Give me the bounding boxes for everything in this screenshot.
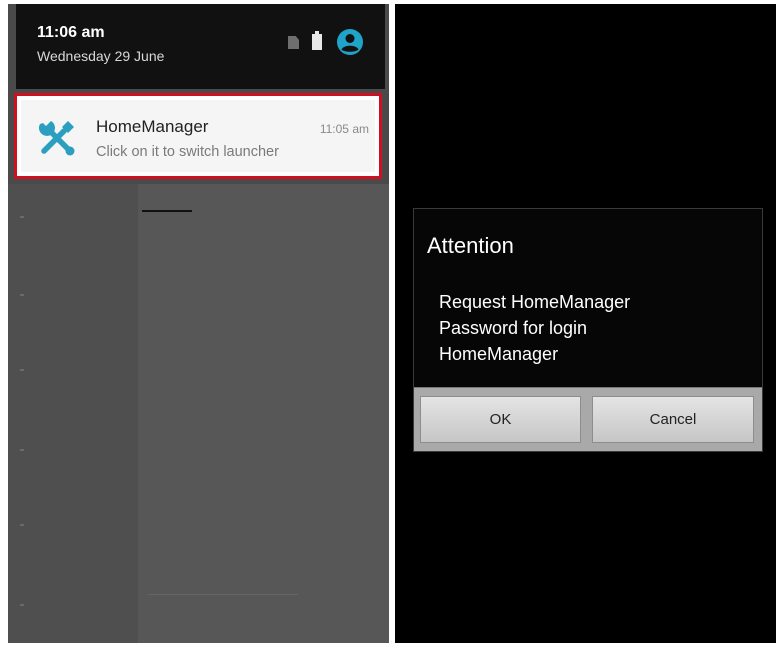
sim-card-icon [288,36,299,49]
edge-mark [20,216,24,218]
background-panel-right [138,184,389,643]
edge-mark [20,449,24,451]
notification-text: Click on it to switch launcher [96,144,279,160]
drag-handle[interactable] [142,210,192,212]
notification-time: 11:05 am [319,122,369,136]
homemanager-notification[interactable]: HomeManager Click on it to switch launch… [21,100,375,172]
background-panel-left [8,184,138,643]
right-phone-screen: Attention Request HomeManager Password f… [395,4,776,643]
left-phone-screen: 11:06 am Wednesday 29 June HomeManager C… [8,4,389,643]
notification-title: HomeManager [96,117,209,136]
clock-time: 11:06 am [37,24,105,41]
dialog-button-bar: OK Cancel [414,387,762,451]
dialog-message-line: HomeManager [439,344,559,364]
battery-icon [312,31,322,50]
edge-mark [20,604,24,606]
edge-mark [20,369,24,371]
screenshot-root: 11:06 am Wednesday 29 June HomeManager C… [0,0,783,645]
dialog-message-line: Request HomeManager [439,292,631,312]
attention-dialog: Attention Request HomeManager Password f… [413,208,763,452]
notification-highlight: HomeManager Click on it to switch launch… [14,93,382,179]
ok-button[interactable]: OK [420,396,581,443]
dialog-message: Request HomeManager Password for login H… [439,289,739,367]
divider [148,594,298,595]
edge-mark [20,524,24,526]
account-circle-icon[interactable] [336,28,364,56]
dialog-title: Attention [427,233,514,258]
wrench-screwdriver-icon [38,121,75,156]
dialog-message-line: Password for login [439,318,588,338]
clock-date: Wednesday 29 June [37,48,165,64]
notification-shade-header: 11:06 am Wednesday 29 June [16,4,385,89]
edge-mark [20,294,24,296]
cancel-button[interactable]: Cancel [592,396,754,443]
